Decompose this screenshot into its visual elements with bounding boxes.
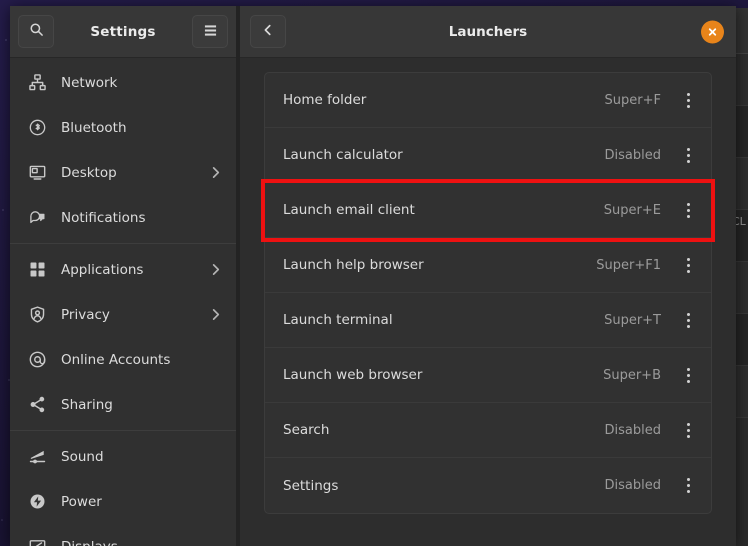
shortcut-row[interactable]: Launch calculator Disabled — [265, 128, 711, 183]
sidebar-item-label: Bluetooth — [61, 119, 127, 136]
sidebar-item-applications[interactable]: Applications — [10, 247, 236, 292]
more-options-icon[interactable] — [675, 358, 701, 392]
shortcut-name: Search — [283, 422, 330, 438]
shortcut-accelerator: Disabled — [604, 147, 661, 163]
sidebar-item-sharing[interactable]: Sharing — [10, 382, 236, 427]
hamburger-menu-button[interactable] — [192, 15, 228, 48]
more-options-icon[interactable] — [675, 248, 701, 282]
online-accounts-icon — [28, 351, 46, 369]
shortcut-accelerator: Super+T — [604, 312, 661, 328]
shortcut-list-wrapper: Home folder Super+F Launch calculator Disab… — [240, 58, 736, 546]
search-icon — [29, 22, 44, 41]
sidebar-item-label: Sound — [61, 448, 104, 465]
close-icon — [707, 22, 718, 41]
sidebar-item-label: Sharing — [61, 396, 113, 413]
shortcut-row[interactable]: Launch web browser Super+B — [265, 348, 711, 403]
sidebar-separator — [10, 243, 236, 244]
sidebar-item-bluetooth[interactable]: Bluetooth — [10, 105, 236, 150]
sidebar-item-privacy[interactable]: Privacy — [10, 292, 236, 337]
chevron-right-icon — [209, 307, 222, 322]
sidebar-item-desktop[interactable]: Desktop — [10, 150, 236, 195]
shortcut-row[interactable]: Search Disabled — [265, 403, 711, 458]
sidebar-item-label: Desktop — [61, 164, 117, 181]
shortcut-name: Launch web browser — [283, 367, 423, 383]
chevron-right-icon — [209, 262, 222, 277]
main-panel: Launchers Home folder Super+F Launch calcu… — [240, 6, 736, 546]
shortcut-list: Home folder Super+F Launch calculator Disab… — [264, 72, 712, 514]
shortcut-row[interactable]: Settings Disabled — [265, 458, 711, 513]
shortcut-accelerator: Disabled — [604, 478, 661, 493]
privacy-icon — [28, 306, 46, 324]
sidebar: Settings Network Bluetooth Desktop Notifica… — [10, 6, 236, 546]
more-options-icon[interactable] — [675, 83, 701, 117]
sound-icon — [28, 448, 46, 466]
shortcut-row[interactable]: Launch terminal Super+T — [265, 293, 711, 348]
hamburger-menu-icon — [203, 22, 218, 41]
power-icon — [28, 493, 46, 511]
sidebar-item-label: Applications — [61, 261, 144, 278]
more-options-icon[interactable] — [675, 193, 701, 227]
shortcut-accelerator: Super+F1 — [596, 257, 661, 273]
sidebar-item-label: Privacy — [61, 306, 110, 323]
more-options-icon[interactable] — [675, 303, 701, 337]
sidebar-item-label: Notifications — [61, 209, 146, 226]
more-options-icon[interactable] — [675, 413, 701, 447]
sidebar-title: Settings — [90, 23, 156, 40]
displays-icon — [28, 538, 46, 546]
shortcut-name: Settings — [283, 477, 339, 494]
more-options-icon[interactable] — [675, 469, 701, 503]
applications-icon — [28, 261, 46, 279]
sharing-icon — [28, 396, 46, 414]
sidebar-item-sound[interactable]: Sound — [10, 434, 236, 479]
main-header: Launchers — [240, 6, 736, 58]
sidebar-item-online-accounts[interactable]: Online Accounts — [10, 337, 236, 382]
shortcut-name: Launch terminal — [283, 312, 393, 328]
sidebar-item-power[interactable]: Power — [10, 479, 236, 524]
shortcut-accelerator: Disabled — [604, 422, 661, 438]
bluetooth-icon — [28, 119, 46, 137]
shortcut-name: Launch calculator — [283, 147, 403, 163]
more-options-icon[interactable] — [675, 138, 701, 172]
page-title: Launchers — [448, 23, 528, 40]
shortcut-name: Launch email client — [283, 202, 415, 218]
sidebar-item-notifications[interactable]: Notifications — [10, 195, 236, 240]
back-button[interactable] — [250, 15, 286, 48]
search-button[interactable] — [18, 15, 54, 48]
sidebar-header: Settings — [10, 6, 236, 58]
sidebar-separator — [10, 430, 236, 431]
sidebar-item-label: Power — [61, 493, 102, 510]
shortcut-row[interactable]: Launch email client Super+E — [265, 183, 711, 238]
shortcut-accelerator: Super+E — [603, 202, 661, 218]
back-chevron-icon — [261, 22, 275, 41]
sidebar-item-network[interactable]: Network — [10, 60, 236, 105]
sidebar-item-displays[interactable]: Displays — [10, 524, 236, 546]
close-button[interactable] — [701, 20, 724, 43]
shortcut-accelerator: Super+B — [603, 367, 661, 383]
sidebar-item-list: Network Bluetooth Desktop Notifications Appl… — [10, 58, 236, 546]
chevron-right-icon — [209, 165, 222, 180]
shortcut-accelerator: Super+F — [604, 92, 661, 108]
sidebar-item-label: Online Accounts — [61, 351, 171, 368]
sidebar-item-label: Network — [61, 74, 118, 91]
shortcut-name: Launch help browser — [283, 257, 424, 273]
desktop-icon — [28, 164, 46, 182]
network-icon — [28, 74, 46, 92]
shortcut-row[interactable]: Home folder Super+F — [265, 73, 711, 128]
notifications-icon — [28, 209, 46, 227]
settings-window: Settings Network Bluetooth Desktop Notifica… — [10, 6, 736, 546]
shortcut-name: Home folder — [283, 92, 367, 108]
shortcut-row[interactable]: Launch help browser Super+F1 — [265, 238, 711, 293]
sidebar-item-label: Displays — [61, 539, 222, 546]
